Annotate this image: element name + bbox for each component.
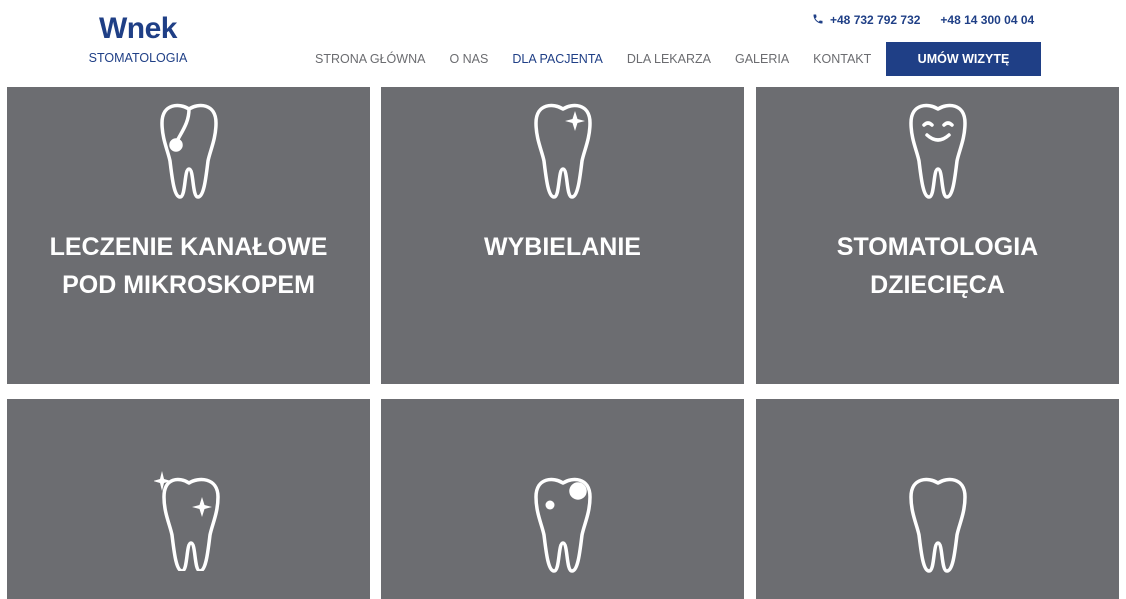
tooth-smile-icon (908, 103, 967, 199)
tooth-plain-icon (908, 477, 967, 573)
service-tile-5[interactable] (381, 399, 744, 599)
phone-link-2[interactable]: +48 14 300 04 04 (940, 13, 1034, 27)
nav-item-about[interactable]: O NAS (449, 52, 488, 66)
logo-subtitle: STOMATOLOGIA (88, 51, 188, 65)
nav-item-patient[interactable]: DLA PACJENTA (512, 52, 603, 66)
service-tile-4[interactable] (7, 399, 370, 599)
logo-wordmark: Wnek (98, 12, 178, 45)
phone-link-1[interactable]: +48 732 792 732 (812, 13, 920, 27)
site-header: Wnek STOMATOLOGIA +48 732 792 732 +48 14… (0, 0, 1126, 86)
nav-item-home[interactable]: STRONA GŁÓWNA (315, 52, 425, 66)
tooth-stars-icon (153, 471, 220, 571)
main-nav: STRONA GŁÓWNA O NAS DLA PACJENTA DLA LEK… (315, 52, 895, 66)
nav-item-contact[interactable]: KONTAKT (813, 52, 871, 66)
service-tile-whitening[interactable]: WYBIELANIE (381, 87, 744, 384)
tooth-sparkle-icon (533, 103, 592, 199)
phone-numbers: +48 732 792 732 +48 14 300 04 04 (812, 13, 1034, 27)
tile-title-line1: WYBIELANIE (484, 233, 641, 261)
phone-icon (813, 14, 823, 24)
tooth-root-canal-icon (159, 103, 218, 199)
tile-title-line1: STOMATOLOGIA (836, 233, 1039, 261)
service-tile-6[interactable] (756, 399, 1119, 599)
tile-title-line1: LECZENIE KANAŁOWE (49, 233, 328, 261)
service-tile-pediatric[interactable]: STOMATOLOGIA DZIECIĘCA (756, 87, 1119, 384)
phone-number-1: +48 732 792 732 (830, 13, 921, 27)
nav-item-doctor[interactable]: DLA LEKARZA (627, 52, 711, 66)
book-appointment-button[interactable]: UMÓW WIZYTĘ (886, 42, 1041, 76)
phone-number-2: +48 14 300 04 04 (940, 13, 1035, 27)
logo[interactable]: Wnek STOMATOLOGIA (84, 12, 192, 66)
tile-title-line2: DZIECIĘCA (870, 271, 1005, 299)
tile-title-line2: POD MIKROSKOPEM (62, 271, 315, 299)
nav-item-gallery[interactable]: GALERIA (735, 52, 789, 66)
tooth-decay-icon (533, 477, 592, 573)
service-tile-root-canal[interactable]: LECZENIE KANAŁOWE POD MIKROSKOPEM (7, 87, 370, 384)
